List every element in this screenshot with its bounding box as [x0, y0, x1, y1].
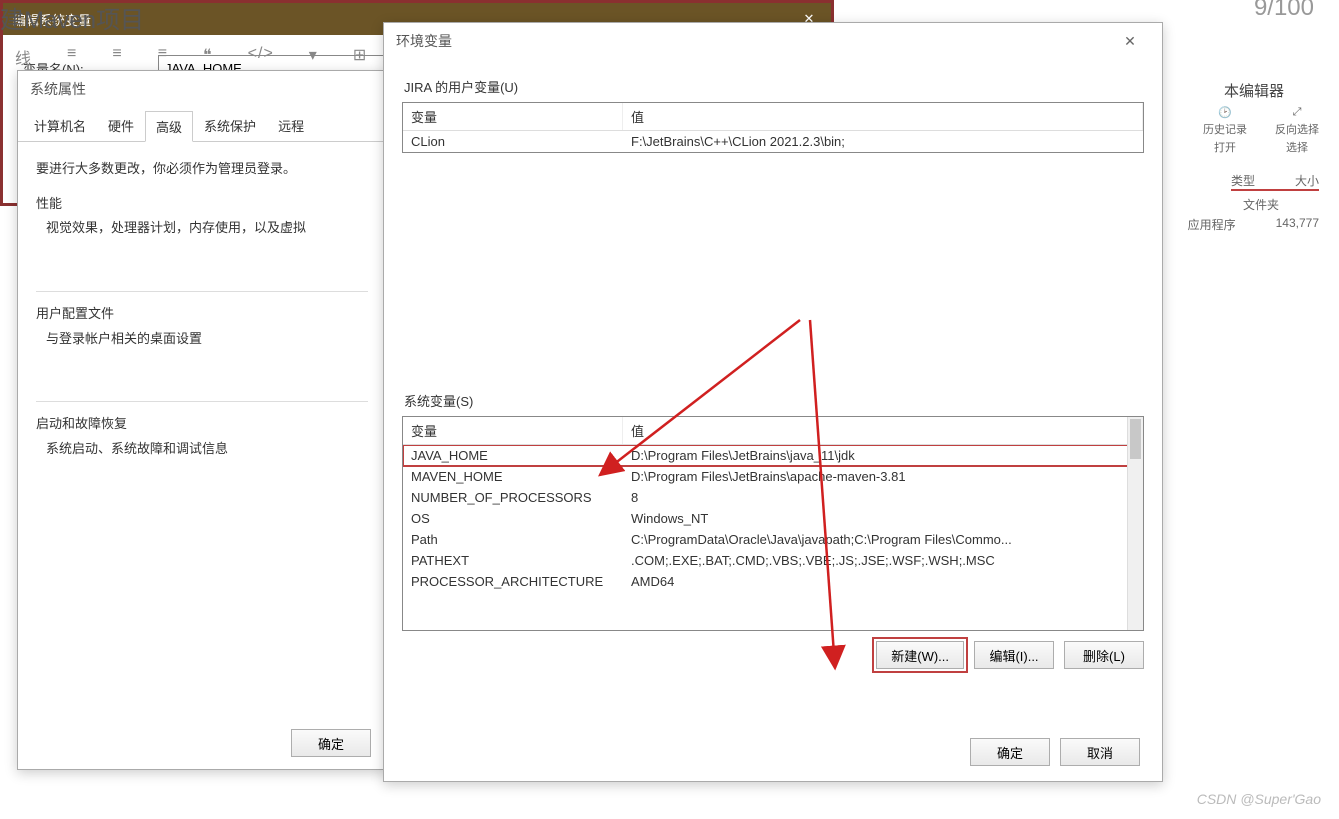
toolbar-icon[interactable]: ≡ — [158, 45, 168, 69]
user-profile-desc: 与登录帐户相关的桌面设置 — [36, 327, 368, 352]
user-vars-label: JIRA 的用户变量(U) — [404, 77, 1144, 96]
toolbar-icon[interactable]: 线 — [15, 45, 32, 69]
window-title: 环境变量 ✕ — [384, 23, 1162, 59]
editor-mode-label: 本编辑器 — [1224, 80, 1284, 101]
admin-note: 要进行大多数更改，你必须作为管理员登录。 — [36, 157, 368, 182]
page-title: 建Maven项目 — [0, 0, 144, 35]
table-row[interactable]: JAVA_HOMED:\Program Files\JetBrains\java… — [403, 445, 1143, 466]
edit-button[interactable]: 编辑(I)... — [974, 641, 1054, 669]
window-title: 系统属性 — [18, 71, 386, 107]
table-row[interactable]: PROCESSOR_ARCHITECTUREAMD64 — [403, 571, 1143, 592]
tab-bar: 计算机名 硬件 高级 系统保护 远程 — [18, 107, 386, 142]
table-row[interactable]: CLion F:\JetBrains\C++\CLion 2021.2.3\bi… — [403, 131, 1143, 152]
col-type[interactable]: 类型 — [1231, 172, 1255, 189]
delete-button[interactable]: 删除(L) — [1064, 641, 1144, 669]
toolbar-icon[interactable]: ❝ — [203, 45, 213, 69]
toolbar-icon[interactable]: ≡ — [112, 45, 122, 69]
performance-title: 性能 — [36, 192, 368, 217]
toolbar-icon[interactable]: ⊞ — [353, 45, 367, 69]
close-icon[interactable]: ✕ — [1110, 33, 1150, 50]
performance-desc: 视觉效果，处理器计划，内存使用，以及虚拟 — [36, 216, 368, 241]
system-vars-label: 系统变量(S) — [404, 391, 1144, 410]
toolbar-icon[interactable]: </> — [248, 45, 274, 69]
counter-label: 9/100 — [1254, 0, 1314, 22]
col-value[interactable]: 值 — [623, 103, 1143, 130]
startup-desc: 系统启动、系统故障和调试信息 — [36, 437, 368, 462]
editor-toolbar: 线 ≡ ≡ ≡ ❝ </> ▾ ⊞ — [15, 45, 367, 69]
invert-icon[interactable]: ⤢ — [1293, 106, 1302, 119]
tab-advanced[interactable]: 高级 — [145, 111, 193, 142]
toolbar-icon[interactable]: ▾ — [309, 45, 318, 69]
watermark: CSDN @Super'Gao — [1197, 791, 1321, 807]
tab-hardware[interactable]: 硬件 — [97, 110, 145, 141]
user-profile-title: 用户配置文件 — [36, 302, 368, 327]
table-row[interactable]: PATHEXT.COM;.EXE;.BAT;.CMD;.VBS;.VBE;.JS… — [403, 550, 1143, 571]
col-size[interactable]: 大小 — [1295, 172, 1319, 189]
col-variable[interactable]: 变量 — [403, 417, 623, 444]
environment-variables-window: 环境变量 ✕ JIRA 的用户变量(U) 变量 值 CLion F:\JetBr… — [383, 22, 1163, 782]
history-icon[interactable]: 🕑 — [1218, 106, 1232, 119]
system-vars-list[interactable]: 变量 值 JAVA_HOMED:\Program Files\JetBrains… — [402, 416, 1144, 631]
scrollbar-thumb[interactable] — [1130, 419, 1141, 459]
explorer-headers: 类型 大小 — [1231, 172, 1319, 191]
table-row[interactable]: PathC:\ProgramData\Oracle\Java\javapath;… — [403, 529, 1143, 550]
tab-remote[interactable]: 远程 — [267, 110, 315, 141]
table-row[interactable]: NUMBER_OF_PROCESSORS8 — [403, 487, 1143, 508]
startup-title: 启动和故障恢复 — [36, 412, 368, 437]
user-vars-list[interactable]: 变量 值 CLion F:\JetBrains\C++\CLion 2021.2… — [402, 102, 1144, 153]
table-row[interactable]: OSWindows_NT — [403, 508, 1143, 529]
col-value[interactable]: 值 — [623, 417, 1143, 444]
table-row[interactable]: MAVEN_HOMED:\Program Files\JetBrains\apa… — [403, 466, 1143, 487]
scrollbar[interactable] — [1127, 417, 1143, 630]
cancel-button[interactable]: 取消 — [1060, 738, 1140, 766]
system-properties-window: 系统属性 计算机名 硬件 高级 系统保护 远程 要进行大多数更改，你必须作为管理… — [17, 70, 387, 770]
col-variable[interactable]: 变量 — [403, 103, 623, 130]
ok-button[interactable]: 确定 — [970, 738, 1050, 766]
tab-system-protection[interactable]: 系统保护 — [193, 110, 267, 141]
ok-button[interactable]: 确定 — [291, 729, 371, 757]
explorer-toolbar: 🕑历史记录打开 ⤢反向选择选择 — [1203, 106, 1319, 155]
toolbar-icon[interactable]: ≡ — [67, 45, 77, 69]
new-button[interactable]: 新建(W)... — [876, 641, 964, 669]
explorer-row[interactable]: 应用程序143,777 — [1188, 216, 1319, 233]
explorer-row[interactable]: 文件夹 — [1243, 196, 1319, 213]
tab-computer-name[interactable]: 计算机名 — [23, 110, 97, 141]
